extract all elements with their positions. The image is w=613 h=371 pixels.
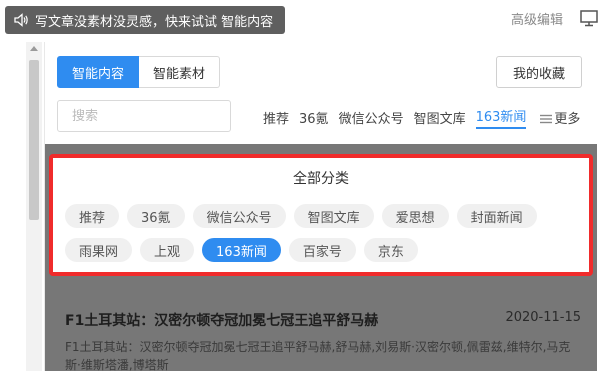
my-favorites-button[interactable]: 我的收藏 xyxy=(495,56,582,88)
tab-smart-material[interactable]: 智能素材 xyxy=(139,56,221,88)
tip-text: 写文章没素材没灵感，快来试试 智能内容 xyxy=(35,14,274,30)
menu-lines-icon xyxy=(540,113,553,123)
category-chip[interactable]: 封面新闻 xyxy=(456,204,537,228)
tab-smart-content[interactable]: 智能内容 xyxy=(57,56,140,88)
advanced-edit-link[interactable]: 高级编辑 xyxy=(511,9,563,28)
article-card[interactable]: F1土耳其站：汉密尔顿夺冠加冕七冠王追平舒马赫 2020-11-15 F1土耳其… xyxy=(65,298,581,371)
category-chip[interactable]: 京东 xyxy=(363,238,418,262)
popup-title: 全部分类 xyxy=(293,171,349,187)
scroll-up-icon[interactable] xyxy=(30,46,38,51)
category-chip-active[interactable]: 163新闻 xyxy=(202,238,281,262)
left-gutter xyxy=(0,42,26,371)
article-summary: F1土耳其站：汉密尔顿夺冠加冕七冠王追平舒马赫,舒马赫,刘易斯·汉密尔顿,佩雷兹… xyxy=(65,340,571,371)
content-panel: 智能内容 智能素材 我的收藏 推荐 36氪 微信公众号 智图文库 163新闻 更… xyxy=(44,42,597,371)
quick-nav-item[interactable]: 智图文库 xyxy=(414,108,466,127)
search-input[interactable] xyxy=(57,100,231,132)
tip-banner[interactable]: 写文章没素材没灵感，快来试试 智能内容 xyxy=(5,6,285,34)
scroll-thumb[interactable] xyxy=(29,60,39,220)
content-tabs: 智能内容 智能素材 xyxy=(57,56,221,88)
category-chip[interactable]: 智图文库 xyxy=(293,204,374,228)
article-title[interactable]: F1土耳其站：汉密尔顿夺冠加冕七冠王追平舒马赫 xyxy=(65,310,378,330)
scrollbar[interactable] xyxy=(26,42,42,371)
quick-nav: 推荐 36氪 微信公众号 智图文库 163新闻 更多 xyxy=(263,106,580,129)
category-chips: 推荐 36氪 微信公众号 智图文库 爱思想 封面新闻 雨果网 上观 163新闻 … xyxy=(65,204,585,272)
category-chip[interactable]: 爱思想 xyxy=(381,204,449,228)
article-date: 2020-11-15 xyxy=(505,310,581,325)
category-popup: 全部分类 推荐 36氪 微信公众号 智图文库 爱思想 封面新闻 雨果网 上观 1… xyxy=(49,154,593,276)
category-chip[interactable]: 百家号 xyxy=(288,238,356,262)
monitor-icon[interactable] xyxy=(579,8,599,28)
quick-nav-item-active[interactable]: 163新闻 xyxy=(475,106,527,129)
category-chip[interactable]: 雨果网 xyxy=(65,238,133,262)
quick-nav-item[interactable]: 微信公众号 xyxy=(339,108,404,127)
more-button[interactable]: 更多 xyxy=(540,108,580,127)
more-label: 更多 xyxy=(554,112,581,127)
category-chip[interactable]: 推荐 xyxy=(65,204,120,228)
quick-nav-item[interactable]: 推荐 xyxy=(263,108,289,127)
top-bar: 写文章没素材没灵感，快来试试 智能内容 高级编辑 xyxy=(0,0,613,38)
speaker-icon xyxy=(13,12,29,28)
category-chip[interactable]: 上观 xyxy=(140,238,195,262)
quick-nav-item[interactable]: 36氪 xyxy=(299,108,329,127)
category-chip[interactable]: 36氪 xyxy=(127,204,185,228)
category-chip[interactable]: 微信公众号 xyxy=(192,204,286,228)
